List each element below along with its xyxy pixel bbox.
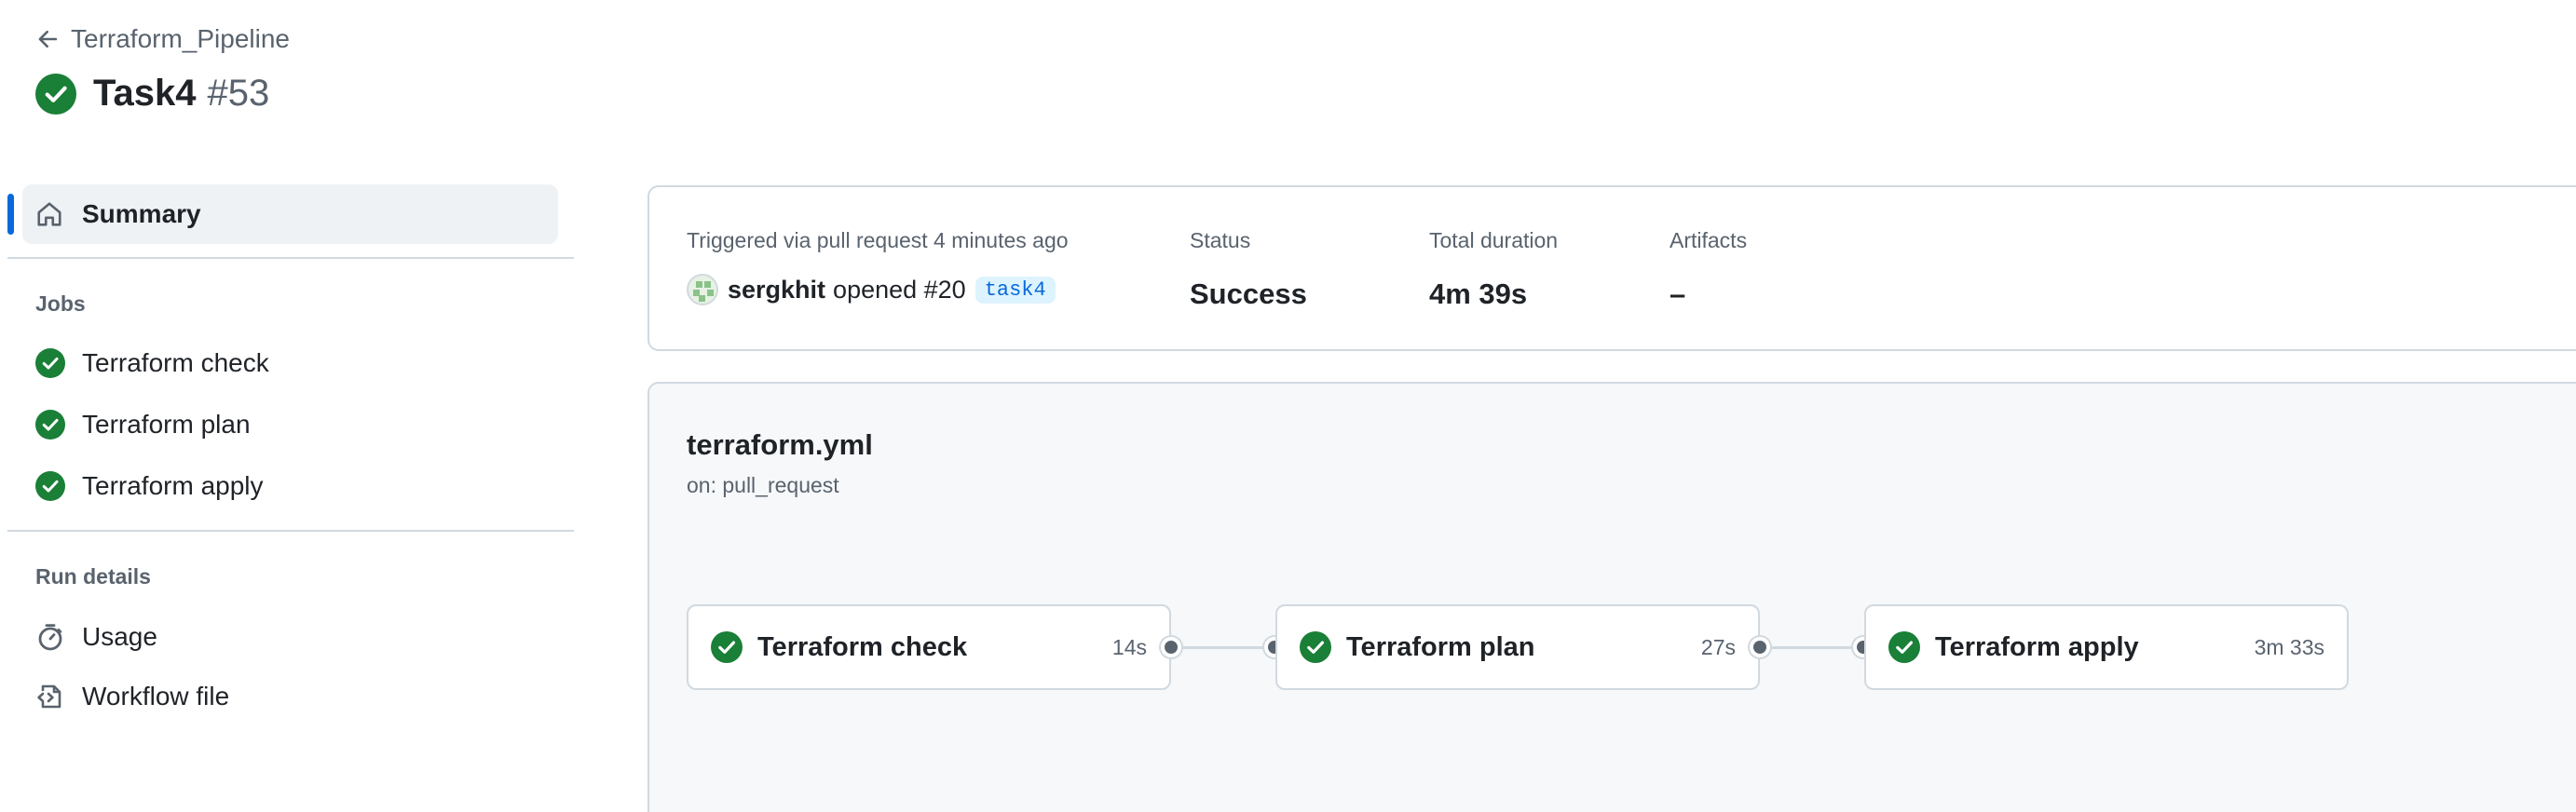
sidebar-job-terraform-apply[interactable]: Terraform apply [35,466,264,507]
trigger-row: sergkhit opened #20 task4 [687,274,1069,305]
sidebar-item-label: Workflow file [82,682,230,710]
sidebar-divider [7,530,574,532]
check-circle-icon [35,410,65,440]
run-title: Task4 #53 [35,73,269,115]
sidebar-job-terraform-plan[interactable]: Terraform plan [35,404,251,445]
run-number: #53 [207,73,270,114]
job-connector [1760,646,1862,649]
connector-dot [1161,637,1181,657]
home-icon [37,202,61,226]
artifacts-value: – [1670,277,1686,310]
artifacts-label: Artifacts [1670,228,1748,252]
workflow-run-page: Terraform_Pipeline Task4 #53 Summary Jobs… [0,0,2576,812]
sidebar-job-terraform-check[interactable]: Terraform check [35,343,269,384]
artifacts-info: Artifacts – [1670,228,1747,311]
arrow-left-icon [38,30,58,48]
job-duration: 3m 33s [2254,634,2324,659]
check-circle-icon [35,348,65,378]
job-name: Terraform plan [1346,631,1535,662]
status-label: Status [1190,228,1251,252]
duration-info: Total duration 4m 39s [1429,228,1558,311]
workflow-trigger: on: pull_request [687,473,839,497]
sidebar-item-label: Terraform check [82,348,269,377]
connector-dot [1750,637,1770,657]
job-node-terraform-check[interactable]: Terraform check 14s [687,604,1171,690]
sidebar-item-label: Terraform apply [82,471,264,500]
check-circle-icon [35,471,65,501]
check-circle-icon [1300,631,1331,663]
sidebar-item-label: Summary [82,199,201,228]
sidebar-item-label: Terraform plan [82,410,251,439]
job-name: Terraform apply [1935,631,2139,662]
run-summary-card: Triggered via pull request 4 minutes ago… [647,185,2576,351]
workflow-graph-card: terraform.yml on: pull_request Terraform… [647,382,2576,812]
job-connector [1171,646,1274,649]
avatar[interactable] [687,274,718,305]
trigger-label: Triggered via pull request 4 minutes ago [687,228,1069,252]
job-node-terraform-apply[interactable]: Terraform apply 3m 33s [1864,604,2349,690]
pull-request-link[interactable]: opened #20 [833,276,966,304]
back-to-workflow-link[interactable]: Terraform_Pipeline [35,24,290,54]
run-name: Task4 [93,73,197,114]
sidebar-divider [7,257,574,259]
sidebar-item-workflow-file[interactable]: Workflow file [35,676,229,717]
duration-label: Total duration [1429,228,1559,252]
job-duration: 27s [1700,634,1736,659]
sidebar-item-summary[interactable]: Summary [7,184,558,244]
sidebar-item-label: Usage [82,622,157,651]
branch-tag[interactable]: task4 [975,276,1056,304]
status-info: Status Success [1190,228,1307,311]
job-node-terraform-plan[interactable]: Terraform plan 27s [1275,604,1760,690]
workflow-file-name[interactable]: terraform.yml [687,428,873,462]
stopwatch-icon [38,624,62,651]
jobs-heading: Jobs [35,291,86,316]
job-name: Terraform check [757,631,968,662]
check-circle-icon [35,73,76,115]
back-link-label: Terraform_Pipeline [71,24,290,53]
status-value: Success [1190,277,1307,310]
run-details-heading: Run details [35,564,151,589]
workflow-file-icon [37,684,61,709]
actor-link[interactable]: sergkhit [728,276,825,304]
check-circle-icon [1888,631,1920,663]
trigger-info: Triggered via pull request 4 minutes ago… [687,228,1069,305]
check-circle-icon [711,631,743,663]
job-duration: 14s [1111,634,1147,659]
active-indicator [7,194,14,235]
sidebar-item-usage[interactable]: Usage [35,616,157,657]
duration-value: 4m 39s [1429,277,1528,310]
